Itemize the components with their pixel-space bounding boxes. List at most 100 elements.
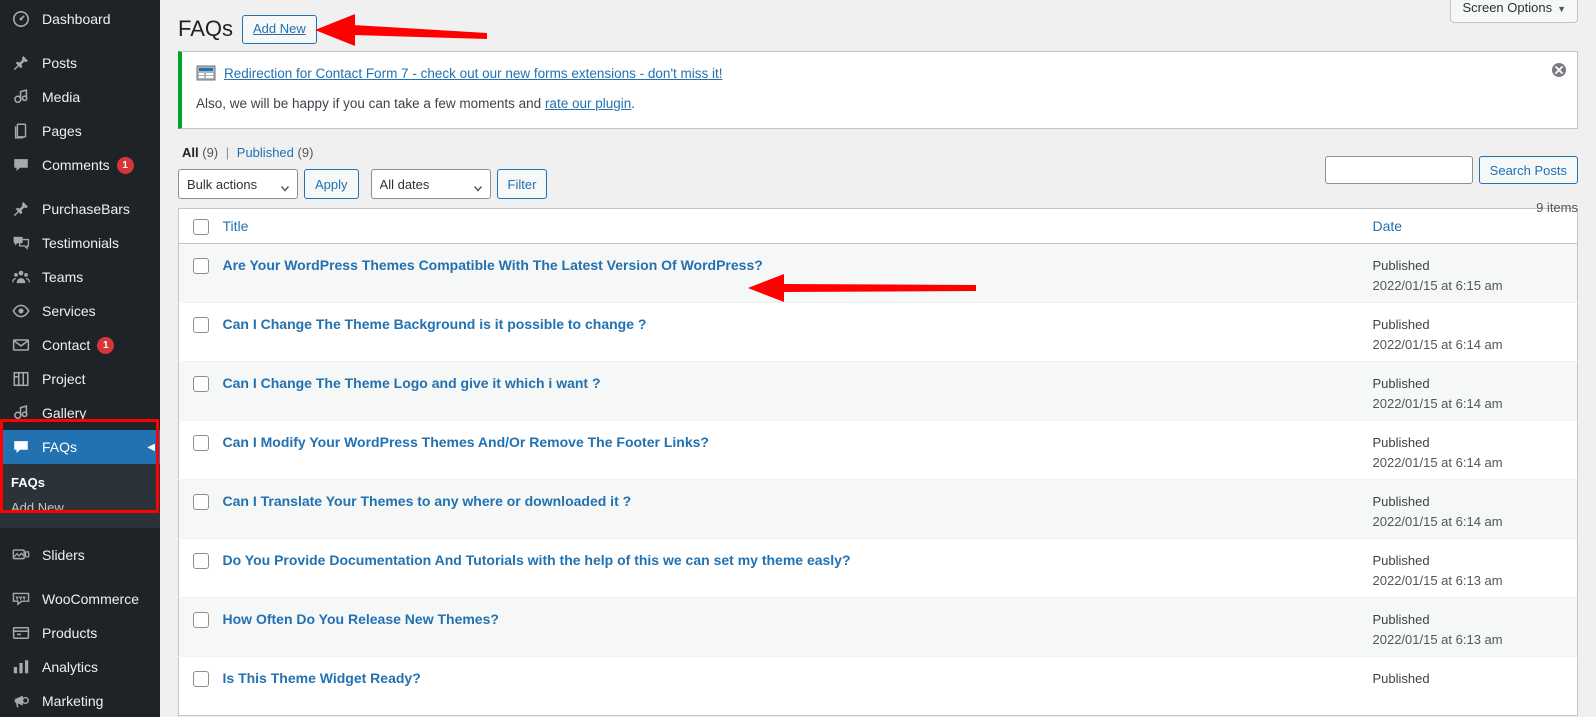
filter-link-published[interactable]: Published	[237, 145, 294, 160]
form-icon	[196, 65, 216, 81]
search-submit-button[interactable]: Search Posts	[1478, 156, 1578, 184]
sidebar-item-comments[interactable]: Comments 1	[0, 148, 160, 182]
table-row[interactable]: How Often Do You Release New Themes? Publ…	[178, 597, 1578, 657]
sidebar-item-marketing[interactable]: Marketing	[0, 684, 160, 717]
filter-link-all[interactable]: All	[182, 145, 199, 160]
products-icon	[11, 623, 31, 643]
table-row[interactable]: Can I Modify Your WordPress Themes And/O…	[178, 420, 1578, 480]
row-date-cell: Published 2022/01/15 at 6:13 am	[1372, 597, 1578, 657]
filter-all-count: (9)	[202, 145, 219, 160]
row-select-cell	[178, 538, 223, 598]
rate-plugin-link[interactable]: rate our plugin	[545, 96, 631, 111]
pages-icon	[11, 121, 31, 141]
row-select-cell	[178, 361, 223, 421]
sidebar-item-media[interactable]: Media	[0, 80, 160, 114]
sidebar-item-analytics[interactable]: Analytics	[0, 650, 160, 684]
sidebar-item-woocommerce[interactable]: WooCommerce	[0, 582, 160, 616]
row-checkbox[interactable]	[192, 494, 209, 510]
row-checkbox[interactable]	[192, 671, 209, 687]
sidebar-item-services[interactable]: Services	[0, 294, 160, 328]
date-filter-select[interactable]: All dates	[370, 169, 491, 199]
sidebar-item-badge: 1	[97, 336, 115, 354]
table-row[interactable]: Do You Provide Documentation And Tutoria…	[178, 538, 1578, 598]
submenu-item-faqs[interactable]: FAQs	[0, 470, 160, 495]
sidebar-item-project[interactable]: Project	[0, 362, 160, 396]
notice-link[interactable]: Redirection for Contact Form 7 - check o…	[224, 66, 723, 81]
sidebar-item-teams[interactable]: Teams	[0, 260, 160, 294]
analytics-icon	[11, 657, 31, 677]
sidebar-item-label: Contact	[42, 337, 91, 353]
row-title-link[interactable]: Can I Change The Theme Logo and give it …	[223, 375, 601, 391]
row-title-cell: Can I Change The Theme Background is it …	[222, 302, 1373, 362]
sidebar-item-label: Teams	[42, 269, 84, 285]
table-header-row: Title Date	[178, 208, 1578, 244]
column-header-title[interactable]: Title	[222, 208, 1373, 244]
notice-primary-line: Redirection for Contact Form 7 - check o…	[196, 65, 1565, 81]
sidebar-item-faqs[interactable]: FAQs ◀	[0, 430, 160, 464]
row-checkbox[interactable]	[192, 258, 209, 274]
page-title: FAQs	[178, 16, 234, 42]
bulk-actions-select[interactable]: Bulk actions	[178, 169, 298, 199]
row-checkbox[interactable]	[192, 317, 209, 333]
row-checkbox[interactable]	[192, 376, 209, 392]
add-new-button[interactable]: Add New	[242, 15, 317, 44]
sidebar-item-label: WooCommerce	[42, 591, 139, 607]
sidebar-item-sliders[interactable]: Sliders	[0, 538, 160, 572]
sidebar-menu-current-section: FAQs ◀ FAQs Add New	[0, 430, 160, 528]
row-title-link[interactable]: Is This Theme Widget Ready?	[223, 670, 421, 686]
sidebar-item-label: Comments	[42, 157, 110, 173]
row-title-link[interactable]: How Often Do You Release New Themes?	[223, 611, 499, 627]
row-title-link[interactable]: Can I Translate Your Themes to any where…	[223, 493, 632, 509]
sidebar-item-label: Media	[42, 89, 81, 105]
select-all-checkbox[interactable]	[192, 219, 209, 236]
screen-options-toggle[interactable]: Screen Options ▼	[1450, 0, 1578, 23]
sidebar-item-label: Products	[42, 625, 98, 641]
row-select-cell	[178, 302, 223, 362]
project-icon	[11, 369, 31, 389]
search-input[interactable]	[1324, 156, 1473, 184]
column-header-title-label: Title	[222, 218, 249, 234]
woocommerce-icon	[11, 589, 31, 609]
sidebar-item-posts[interactable]: Posts	[0, 46, 160, 80]
table-row[interactable]: Can I Translate Your Themes to any where…	[178, 479, 1578, 539]
sidebar-item-products[interactable]: Products	[0, 616, 160, 650]
table-row[interactable]: Are Your WordPress Themes Compatible Wit…	[178, 243, 1578, 303]
search-box: Search Posts	[1324, 156, 1578, 184]
eye-icon	[11, 301, 31, 321]
row-select-cell	[178, 479, 223, 539]
row-date: 2022/01/15 at 6:13 am	[1372, 573, 1503, 589]
filter-button[interactable]: Filter	[496, 169, 548, 199]
sidebar-item-purchasebars[interactable]: PurchaseBars	[0, 192, 160, 226]
row-checkbox[interactable]	[192, 553, 209, 569]
row-date-cell: Published 2022/01/15 at 6:15 am	[1372, 243, 1578, 303]
filter-link-published-label: Published	[236, 145, 294, 160]
sidebar-item-dashboard[interactable]: Dashboard	[0, 2, 160, 36]
sidebar-item-gallery[interactable]: Gallery	[0, 396, 160, 430]
table-row[interactable]: Is This Theme Widget Ready? Published	[178, 656, 1578, 716]
row-date: 2022/01/15 at 6:14 am	[1372, 396, 1503, 412]
row-status: Published	[1372, 317, 1430, 332]
table-row[interactable]: Can I Change The Theme Background is it …	[178, 302, 1578, 362]
row-title-link[interactable]: Do You Provide Documentation And Tutoria…	[223, 552, 851, 568]
row-date: 2022/01/15 at 6:13 am	[1372, 632, 1503, 648]
sidebar-item-testimonials[interactable]: Testimonials	[0, 226, 160, 260]
table-row[interactable]: Can I Change The Theme Logo and give it …	[178, 361, 1578, 421]
date-filter-wrapper: All dates	[370, 169, 491, 199]
row-title-link[interactable]: Can I Change The Theme Background is it …	[223, 316, 647, 332]
row-title-link[interactable]: Can I Modify Your WordPress Themes And/O…	[223, 434, 709, 450]
apply-button[interactable]: Apply	[304, 169, 359, 199]
sidebar-item-contact[interactable]: Contact 1	[0, 328, 160, 362]
notice-body-prefix: Also, we will be happy if you can take a…	[196, 96, 545, 111]
envelope-icon	[11, 335, 31, 355]
comment-icon	[11, 437, 31, 457]
submenu-item-add-new[interactable]: Add New	[0, 495, 160, 520]
sidebar-item-label: PurchaseBars	[42, 201, 130, 217]
row-title-link[interactable]: Are Your WordPress Themes Compatible Wit…	[223, 257, 763, 273]
row-checkbox[interactable]	[192, 435, 209, 451]
row-title-cell: Are Your WordPress Themes Compatible Wit…	[222, 243, 1373, 303]
sidebar-item-pages[interactable]: Pages	[0, 114, 160, 148]
close-icon[interactable]	[1551, 62, 1567, 78]
row-checkbox[interactable]	[192, 612, 209, 628]
row-date: 2022/01/15 at 6:14 am	[1372, 337, 1503, 353]
row-date-cell: Published 2022/01/15 at 6:13 am	[1372, 538, 1578, 598]
